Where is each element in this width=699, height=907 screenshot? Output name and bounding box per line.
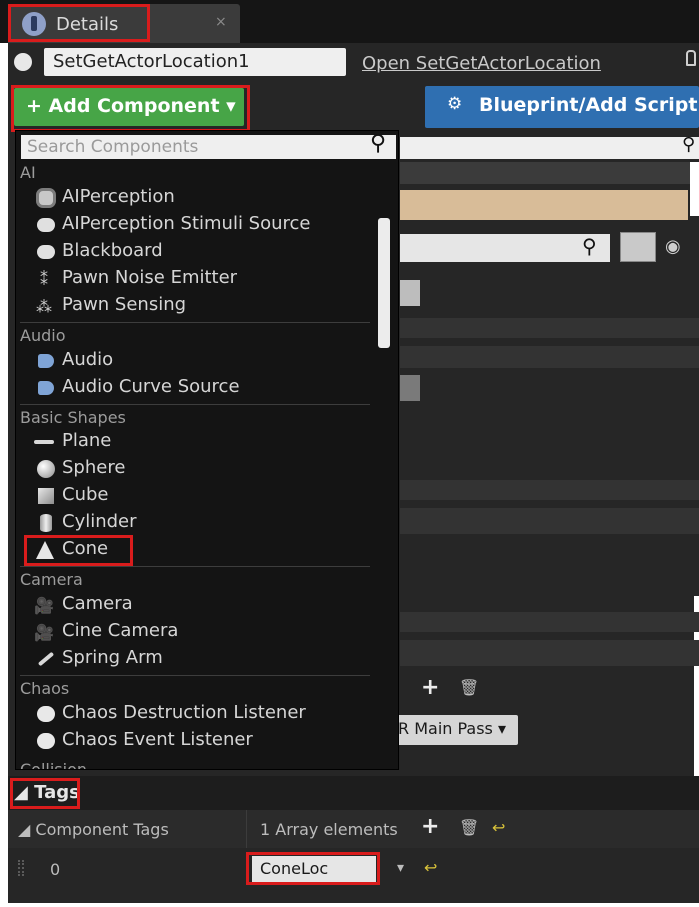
item-audio-curve-source[interactable]: Audio Curve Source [62,376,240,397]
bg-eye-icon[interactable]: ◉ [665,236,681,257]
add-element-icon[interactable]: + [421,814,439,839]
main-pass-label: R Main Pass ▾ [398,719,507,738]
bg-color-field[interactable] [400,375,420,401]
clear-elements-icon[interactable]: 🗑 [459,818,479,837]
item-cine-camera[interactable]: Cine Camera [62,620,178,641]
tags-section-title: ◢ Tags [14,782,80,803]
ai-perception-icon [36,188,56,208]
details-icon [22,12,46,36]
bg-filter-field[interactable] [400,234,610,262]
blueprint-label: Blueprint/Add Script [479,94,698,116]
tag-value-input[interactable]: ConeLoc [252,856,376,882]
bg-trash-icon[interactable]: 🗑 [459,678,479,697]
tab-title: Details [56,14,119,35]
category-ai: AI [20,163,36,182]
bg-row [400,162,699,184]
item-camera[interactable]: Camera [62,593,133,614]
blackboard-icon [36,242,56,262]
category-audio: Audio [20,326,66,345]
item-ai-perception[interactable]: AIPerception [62,186,175,207]
item-sphere[interactable]: Sphere [62,457,125,478]
category-basic-shapes: Basic Shapes [20,408,126,427]
bg-add-icon[interactable]: + [421,675,439,700]
search-icon: ⚲ [370,131,387,156]
component-tags-label: ◢ Component Tags [18,820,169,839]
item-plane[interactable]: Plane [62,430,111,451]
item-cylinder[interactable]: Cylinder [62,511,137,532]
chaos-destruction-icon [36,704,56,724]
component-search-placeholder: Search Components [27,137,199,157]
bg-tan-field [400,190,688,220]
blueprint-add-script-button[interactable]: ⚙ Blueprint/Add Script [425,86,699,128]
add-component-button[interactable]: + Add Component ▾ [14,88,244,126]
sphere-icon [36,459,56,479]
tag-options-arrow-icon[interactable]: ▾ [397,860,404,876]
actor-name-text: SetGetActorLocation1 [53,51,250,72]
tags-section-header[interactable] [8,776,699,810]
item-chaos-destruction-listener[interactable]: Chaos Destruction Listener [62,702,306,723]
tag-reset-icon[interactable]: ↩ [424,858,437,877]
bg-strip [400,612,699,632]
bg-white-edge [690,162,699,216]
open-blueprint-link[interactable]: Open SetGetActorLocation [362,53,601,74]
stimuli-source-icon [36,215,56,235]
gears-icon: ⚙ [447,94,463,114]
item-cone[interactable]: Cone [62,538,108,559]
tag-index: 0 [50,860,61,879]
bg-strip [400,346,699,368]
item-ai-perception-stimuli[interactable]: AIPerception Stimuli Source [62,213,310,234]
item-pawn-sensing[interactable]: Pawn Sensing [62,294,186,315]
actor-sphere-icon [14,53,32,71]
cine-camera-icon: 🎥 [34,622,54,642]
category-camera: Camera [20,570,83,589]
tab-close-button[interactable]: × [215,14,227,30]
bg-filter-search-icon: ⚲ [582,234,597,258]
bg-strip [400,480,699,500]
bg-grid-icon[interactable] [620,232,656,262]
pawn-sensing-icon: ⁂ [36,296,52,316]
category-chaos: Chaos [20,679,70,698]
item-pawn-noise-emitter[interactable]: Pawn Noise Emitter [62,267,237,288]
item-spring-arm[interactable]: Spring Arm [62,647,163,668]
main-pass-dropdown[interactable]: R Main Pass ▾ [388,715,518,745]
audio-curve-icon [36,378,56,398]
bg-strip [400,640,699,666]
bg-dropdown-arrow[interactable] [400,280,420,306]
separator [20,566,370,567]
audio-icon [36,351,56,371]
cone-icon [35,540,55,560]
bg-search-field[interactable] [400,137,699,159]
tag-value-text: ConeLoc [260,859,329,878]
reset-icon[interactable]: ↩ [492,818,505,837]
lock-icon[interactable] [686,50,696,66]
add-component-label: + Add Component ▾ [26,95,236,117]
array-elements-count: 1 Array elements [260,820,398,839]
chaos-event-icon [36,731,56,751]
drag-handle-icon[interactable] [18,860,24,876]
dropdown-scrollbar[interactable] [378,218,390,348]
collision-category-clip: Collision [16,758,398,769]
category-collision: Collision [20,760,87,769]
spring-arm-icon [36,649,56,669]
separator [20,322,370,323]
cube-icon [36,486,56,506]
item-cube[interactable]: Cube [62,484,108,505]
item-audio[interactable]: Audio [62,349,113,370]
cylinder-icon [36,513,56,533]
camera-icon: 🎥 [34,595,54,615]
item-blackboard[interactable]: Blackboard [62,240,163,261]
noise-emitter-icon: ⁑ [40,269,48,289]
bg-search-icon: ⚲ [682,134,696,155]
separator [20,404,370,405]
plane-icon [34,432,54,452]
bg-strip [400,508,699,534]
separator [20,675,370,676]
bg-strip [400,318,699,338]
item-chaos-event-listener[interactable]: Chaos Event Listener [62,729,253,750]
actor-name-field[interactable]: SetGetActorLocation1 [44,48,346,76]
